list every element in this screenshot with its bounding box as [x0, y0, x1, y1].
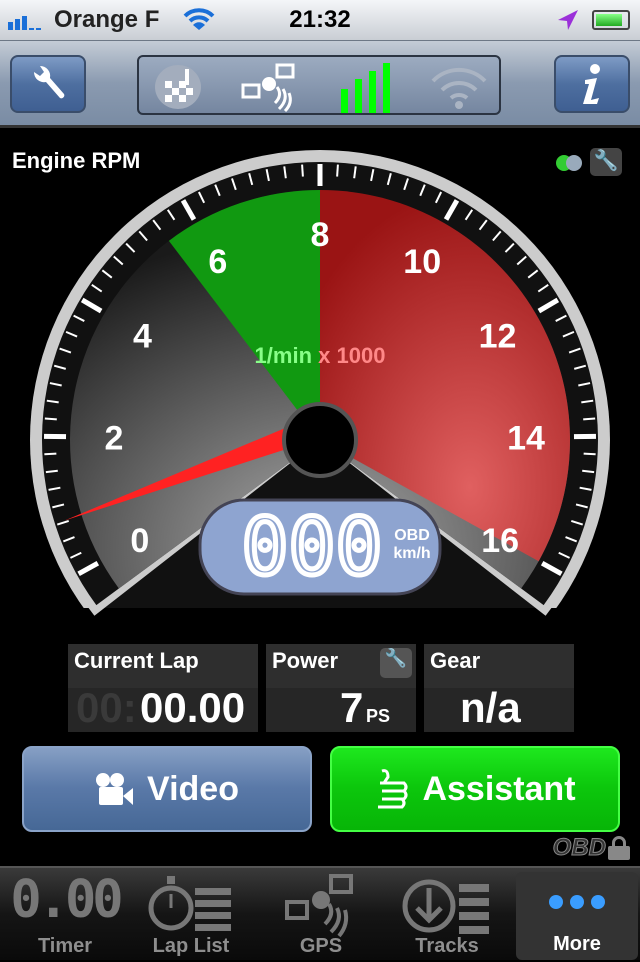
wifi-icon	[429, 63, 489, 109]
tab-timer[interactable]: 0.00 Timer	[4, 868, 126, 962]
gps-satellite-icon	[281, 870, 361, 940]
current-lap-label: Current Lap	[74, 648, 199, 674]
tab-bar: 0.00 Timer Lap List GPS Tracks More	[0, 866, 640, 960]
lap-timer-flag-icon	[155, 65, 201, 109]
assistant-label: Assistant	[422, 770, 575, 809]
gauge-tick	[583, 418, 595, 419]
gauge-tick-label: 0	[130, 522, 149, 560]
info-icon	[577, 62, 607, 106]
power-unit: PS	[366, 706, 390, 727]
gauge-options[interactable]: 🔧	[556, 148, 622, 176]
status-bar: Orange F 21:32	[0, 0, 640, 40]
needle-hub	[284, 404, 356, 476]
tab-label: Timer	[4, 935, 126, 958]
lock-icon	[608, 836, 630, 860]
gauge-tick	[46, 471, 58, 472]
tab-gps[interactable]: GPS	[260, 868, 382, 962]
wrench-icon: 🔧	[590, 148, 622, 176]
gauge-title: Engine RPM	[12, 148, 140, 174]
clock: 21:32	[0, 6, 640, 34]
tab-lap-list[interactable]: Lap List	[130, 868, 252, 962]
gauge-tick-label: 8	[311, 216, 330, 254]
signal-strength-icon	[339, 61, 393, 113]
gauge-tick	[45, 418, 57, 419]
gauge-tick	[302, 165, 303, 177]
speed-unit: km/h	[393, 545, 430, 562]
gauge-unit-prefix: 1/min	[255, 343, 312, 368]
gauge-tick-label: 10	[403, 243, 441, 281]
power-label: Power	[272, 648, 338, 674]
tab-tracks[interactable]: Tracks	[386, 868, 508, 962]
obd-lock-badge: OBD	[553, 834, 630, 862]
wrench-icon	[28, 64, 68, 104]
battery-icon	[592, 10, 630, 30]
gauge-tick	[44, 454, 56, 455]
gauge-tick-label: 2	[105, 419, 124, 457]
rpm-gauge: 0246810121416000OBDkm/h	[0, 128, 640, 648]
thumbs-up-icon	[374, 767, 410, 811]
location-arrow-icon	[556, 8, 580, 32]
video-label: Video	[147, 770, 239, 809]
gauge-tick	[584, 454, 596, 455]
power-value: 7	[340, 684, 363, 732]
tab-more[interactable]: More	[516, 872, 638, 960]
gauge-unit-suffix: x 1000	[318, 343, 385, 368]
digital-timer-icon: 0.00	[4, 870, 126, 930]
speed-source: OBD	[394, 527, 430, 544]
tab-label: More	[516, 933, 638, 956]
gauge-unit-label: 1/min x 1000	[0, 343, 640, 369]
tab-label: GPS	[260, 935, 382, 958]
lap-minutes: 00:	[76, 684, 137, 732]
settings-button[interactable]	[10, 55, 86, 113]
info-button[interactable]	[554, 55, 630, 113]
toolbar	[0, 40, 640, 128]
obd-label: OBD	[553, 834, 606, 862]
gear-tile: Gear n/a	[424, 644, 574, 732]
tab-label: Lap List	[130, 935, 252, 958]
gps-icon	[239, 61, 303, 113]
gauge-tick-label: 6	[208, 243, 227, 281]
assistant-button[interactable]: Assistant	[330, 746, 620, 832]
current-lap-tile: Current Lap 00: 00.00	[68, 644, 258, 732]
status-dots-icon	[556, 153, 586, 171]
power-tile: Power 🔧 7 PS	[266, 644, 416, 732]
stopwatch-list-icon	[143, 870, 239, 940]
download-list-icon	[397, 870, 497, 940]
video-button[interactable]: Video	[22, 746, 312, 832]
gauge-tick-label: 14	[507, 419, 545, 457]
speed-value: 000	[242, 503, 383, 593]
power-settings-icon[interactable]: 🔧	[380, 648, 412, 678]
video-camera-icon	[95, 772, 135, 806]
connection-indicators	[137, 55, 501, 115]
gear-value: n/a	[460, 684, 521, 732]
more-dots-icon	[542, 880, 612, 930]
gauge-tick	[337, 165, 338, 177]
gauge-tick	[582, 471, 594, 472]
gauge-tick-label: 16	[481, 522, 519, 560]
lap-seconds: 00.00	[140, 684, 245, 732]
tab-label: Tracks	[386, 935, 508, 958]
gear-label: Gear	[430, 648, 480, 674]
